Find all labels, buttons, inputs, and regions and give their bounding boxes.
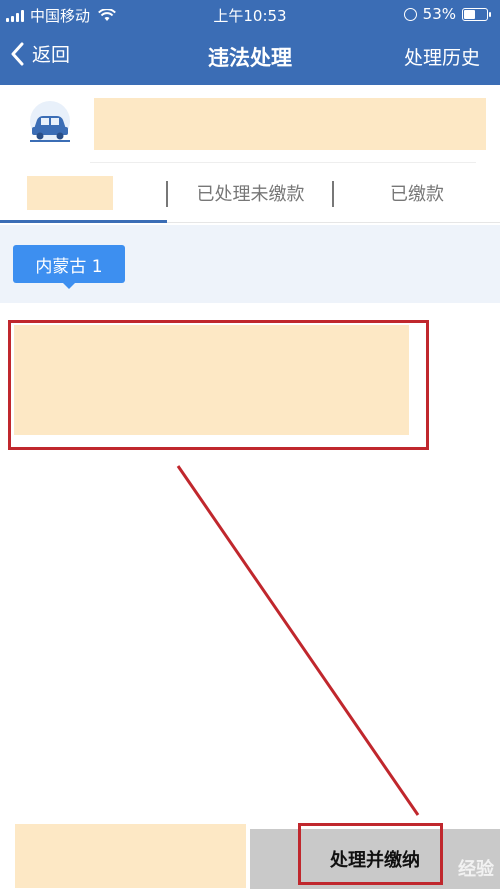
car-icon (30, 101, 70, 142)
vehicle-row[interactable] (0, 85, 500, 163)
total-amount-redacted (15, 824, 246, 888)
screen: 中国移动 上午10:53 53% 返回 违法处理 处理历史 已处理未缴款 已缴款… (0, 0, 500, 889)
back-button[interactable]: 返回 (10, 40, 70, 67)
history-button[interactable]: 处理历史 (404, 43, 480, 70)
region-badge[interactable]: 内蒙古 1 (13, 245, 125, 289)
rotation-lock-icon (403, 7, 417, 21)
battery-icon (462, 7, 491, 21)
vehicle-plate-redacted (94, 98, 486, 150)
header: 中国移动 上午10:53 53% 返回 违法处理 处理历史 (0, 0, 500, 85)
bottom-bar: 处理并缴纳 (0, 823, 500, 889)
tab-label-redacted (26, 176, 113, 210)
battery-percent: 53% (422, 5, 456, 23)
tab-unprocessed[interactable] (0, 163, 167, 223)
annotation-box-violation (8, 320, 429, 450)
process-and-pay-button[interactable]: 处理并缴纳 (250, 829, 500, 889)
back-icon (11, 42, 24, 65)
tab-bar: 已处理未缴款 已缴款 (0, 163, 500, 223)
nav-bar: 返回 违法处理 处理历史 (0, 28, 500, 85)
region-bar: 内蒙古 1 (0, 225, 500, 303)
active-tab-indicator (0, 220, 167, 223)
tab-processed-unpaid[interactable]: 已处理未缴款 (167, 163, 334, 223)
battery-fill (464, 9, 475, 19)
pay-button-label: 处理并缴纳 (330, 850, 420, 871)
back-label: 返回 (32, 44, 71, 66)
status-bar: 中国移动 上午10:53 53% (0, 0, 500, 28)
tab-paid[interactable]: 已缴款 (334, 163, 500, 223)
status-right: 53% (403, 5, 491, 23)
